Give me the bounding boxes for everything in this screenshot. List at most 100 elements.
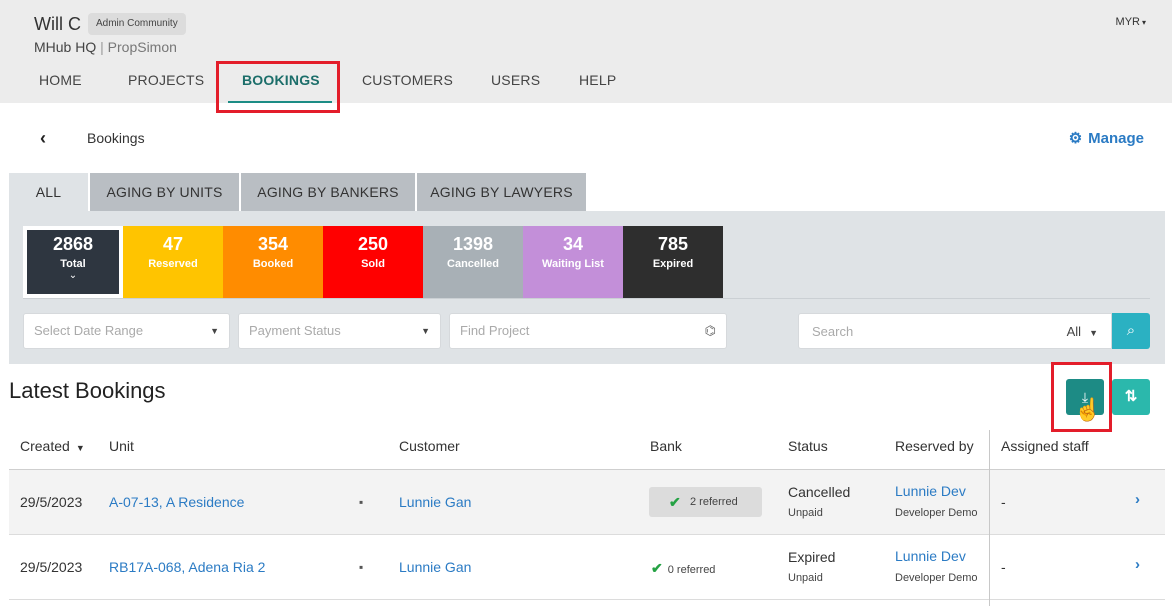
- search-scope-select[interactable]: All ▼: [1067, 324, 1098, 339]
- bank-referral-label: 2 referred: [690, 496, 738, 508]
- sort-desc-icon: ▼: [75, 443, 85, 453]
- user-name: Will C: [34, 14, 81, 34]
- payment-status-select[interactable]: Payment Status ▼: [238, 313, 441, 349]
- stat-sold[interactable]: 250 Sold: [323, 226, 423, 298]
- search-placeholder: Search: [812, 324, 854, 339]
- stat-label: Reserved: [148, 258, 198, 270]
- check-icon: ✔: [669, 494, 681, 510]
- stat-expired[interactable]: 785 Expired: [623, 226, 723, 298]
- tab-all[interactable]: ALL: [9, 173, 90, 212]
- created-date: 29/5/2023: [20, 494, 83, 510]
- column-header-unit: Unit: [109, 438, 134, 454]
- find-project-input[interactable]: Find Project ⌬: [449, 313, 727, 349]
- stat-label: Booked: [252, 258, 294, 270]
- nav-customers[interactable]: CUSTOMERS: [362, 72, 453, 88]
- column-separator: [989, 430, 990, 606]
- search-button[interactable]: ⌕: [1112, 313, 1150, 349]
- nav-projects[interactable]: PROJECTS: [128, 72, 204, 88]
- nav-home[interactable]: HOME: [39, 72, 82, 88]
- stat-value: 785: [657, 234, 689, 254]
- column-header-customer: Customer: [399, 438, 460, 454]
- stat-value: 1398: [452, 234, 494, 254]
- column-header-assigned-staff: Assigned staff: [1001, 438, 1089, 454]
- nav-users[interactable]: USERS: [491, 72, 540, 88]
- search-scope-label: All: [1066, 324, 1082, 339]
- stat-value: 34: [562, 234, 584, 254]
- stat-label: Cancelled: [447, 258, 499, 270]
- stat-waiting-list[interactable]: 34 Waiting List: [523, 226, 623, 298]
- manage-label: Manage: [1088, 130, 1144, 147]
- breadcrumb: Bookings: [87, 130, 145, 146]
- currency-selector[interactable]: MYR ▾: [1116, 16, 1146, 28]
- stat-booked[interactable]: 354 Booked: [223, 226, 323, 298]
- search-input[interactable]: Search All ▼: [798, 313, 1112, 349]
- search-icon: ⌕: [1126, 322, 1136, 339]
- tab-aging-by-units[interactable]: AGING BY UNITS: [90, 173, 241, 212]
- reserved-by-link[interactable]: Lunnie Dev: [895, 483, 966, 499]
- note-icon[interactable]: ▪: [359, 560, 363, 574]
- stat-label: Expired: [652, 258, 694, 270]
- assigned-staff: -: [1001, 559, 1006, 575]
- chevron-right-icon[interactable]: ›: [1135, 491, 1140, 508]
- payment-status: Unpaid: [788, 507, 823, 519]
- reserved-by-org: Developer Demo: [895, 507, 978, 519]
- stat-value: 354: [257, 234, 289, 254]
- column-header-status: Status: [788, 438, 828, 454]
- caret-down-icon: ▾: [1141, 18, 1146, 27]
- unit-link[interactable]: A-07-13, A Residence: [109, 494, 244, 510]
- reserved-by-link[interactable]: Lunnie Dev: [895, 548, 966, 564]
- payment-status: Unpaid: [788, 572, 823, 584]
- panel-divider: [23, 298, 1150, 299]
- caret-down-icon: ▼: [1089, 328, 1098, 338]
- stat-value: 47: [162, 234, 184, 254]
- stat-value: 250: [357, 234, 389, 254]
- status-text: Expired: [788, 549, 836, 565]
- bank-referral-label: 0 referred: [667, 564, 716, 576]
- date-range-placeholder: Select Date Range: [34, 323, 144, 338]
- tab-aging-by-bankers[interactable]: AGING BY BANKERS: [241, 173, 417, 212]
- stat-total[interactable]: 2868 Total ⌄: [23, 226, 123, 298]
- column-header-created[interactable]: Created ▼: [20, 438, 85, 454]
- tab-aging-by-lawyers[interactable]: AGING BY LAWYERS: [417, 173, 588, 212]
- stat-label: Sold: [361, 258, 385, 270]
- bank-referral-badge[interactable]: ✔ 2 referred: [649, 487, 762, 517]
- org-separator: |: [100, 39, 104, 55]
- customer-link[interactable]: Lunnie Gan: [399, 559, 471, 575]
- highlight-box-download: [1051, 362, 1112, 432]
- note-icon[interactable]: ▪: [359, 495, 363, 509]
- bank-referral-badge[interactable]: ✔ 0 referred: [651, 560, 715, 577]
- section-title: Latest Bookings: [9, 378, 166, 403]
- gear-icon: ⚙: [1068, 130, 1083, 147]
- column-header-label: Created: [20, 438, 70, 454]
- sort-button[interactable]: ⇅: [1112, 379, 1150, 415]
- currency-label: MYR: [1115, 16, 1140, 28]
- manage-button[interactable]: ⚙ Manage: [1069, 129, 1144, 147]
- org-secondary: PropSimon: [107, 39, 177, 55]
- column-header-bank: Bank: [650, 438, 682, 454]
- org-primary: MHub HQ: [34, 39, 97, 55]
- row-divider: [9, 599, 1165, 600]
- created-date: 29/5/2023: [20, 559, 83, 575]
- chevron-right-icon[interactable]: ›: [1135, 556, 1140, 573]
- stat-cancelled[interactable]: 1398 Cancelled: [423, 226, 523, 298]
- stat-reserved[interactable]: 47 Reserved: [123, 226, 223, 298]
- stat-label: Total: [60, 258, 86, 270]
- nav-help[interactable]: HELP: [579, 72, 616, 88]
- find-project-placeholder: Find Project: [460, 323, 530, 338]
- role-badge: Admin Community: [88, 13, 186, 35]
- reserved-by-org: Developer Demo: [895, 572, 978, 584]
- payment-status-placeholder: Payment Status: [249, 323, 341, 338]
- status-text: Cancelled: [788, 484, 851, 500]
- chevron-left-icon[interactable]: ‹: [40, 128, 46, 149]
- caret-down-icon: ▼: [421, 326, 430, 336]
- stat-label: Waiting List: [542, 258, 604, 270]
- assigned-staff: -: [1001, 494, 1006, 510]
- date-range-select[interactable]: Select Date Range ▼: [23, 313, 230, 349]
- unit-link[interactable]: RB17A-068, Adena Ria 2: [109, 559, 265, 575]
- sort-icon: ⇅: [1124, 388, 1138, 405]
- binoculars-icon: ⌬: [704, 323, 716, 338]
- caret-down-icon: ▼: [210, 326, 219, 336]
- stat-value: 2868: [52, 234, 94, 254]
- highlight-box-bookings: [216, 61, 340, 113]
- customer-link[interactable]: Lunnie Gan: [399, 494, 471, 510]
